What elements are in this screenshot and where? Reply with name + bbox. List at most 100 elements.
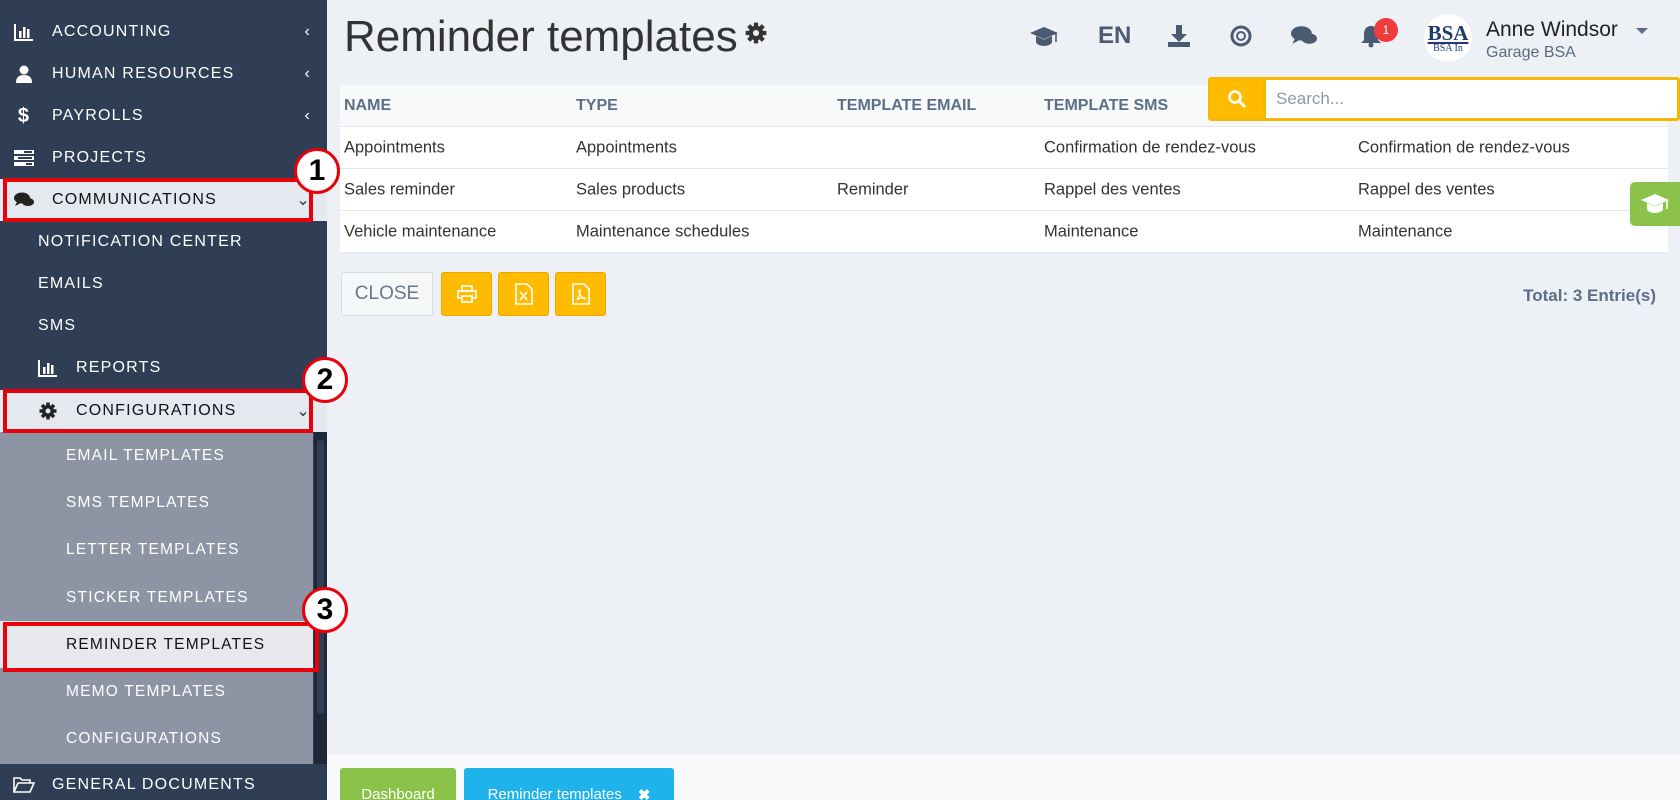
tab-dashboard[interactable]: Dashboard [340,768,456,800]
sidebar-item-label: COMMUNICATIONS [52,191,217,208]
tab-label: Dashboard [361,786,435,800]
table-cell: Maintenance [1358,222,1453,240]
sidebar-item-label: REPORTS [76,359,162,376]
sidebar-item-label: PAYROLLS [52,107,144,124]
language-selector[interactable]: EN [1098,22,1131,50]
sidebar-item-sms[interactable]: SMS [0,305,327,347]
sidebar-item-label: CONFIGURATIONS [76,402,237,419]
column-header-name[interactable]: NAME [344,97,391,115]
sidebar-item-letter-templates[interactable]: LETTER TEMPLATES [0,526,313,573]
total-entries: Total: 3 Entrie(s) [1523,286,1656,305]
table-cell: Reminder [837,180,909,198]
bar-chart-icon [12,23,36,41]
table-cell: Maintenance [1044,222,1139,240]
sidebar-item-label: EMAIL TEMPLATES [66,446,225,464]
caret-down-icon[interactable] [1636,28,1648,34]
sidebar-item-emails[interactable]: EMAILS [0,263,327,305]
sidebar-scroll-thumb[interactable] [317,440,324,714]
export-pdf-button[interactable] [555,272,606,316]
column-header-type[interactable]: TYPE [576,97,618,115]
sidebar-item-configurations-sub[interactable]: CONFIGURATIONS [0,715,313,762]
search-input[interactable] [1263,80,1677,118]
avatar-logo-subtext: BSA In [1433,42,1463,54]
sidebar-item-label: CONFIGURATIONS [66,729,223,747]
sidebar-item-label: SMS TEMPLATES [66,493,211,511]
gear-icon [36,402,60,420]
sidebar-item-human-resources[interactable]: HUMAN RESOURCES ‹ [0,53,327,95]
sidebar-item-label: SMS [38,317,77,334]
pdf-file-icon [571,283,590,305]
avatar[interactable]: BSA BSA In [1424,14,1472,62]
table-cell: Confirmation de rendez-vous [1044,138,1256,156]
configurations-submenu: EMAIL TEMPLATES SMS TEMPLATES LETTER TEM… [0,432,313,764]
sidebar-item-configurations[interactable]: CONFIGURATIONS ⌄ [0,390,327,432]
table-cell: Maintenance schedules [576,222,750,240]
graduation-cap-icon [1641,194,1669,213]
close-tab-icon[interactable]: ✖ [638,786,651,800]
table-row[interactable]: Appointments Appointments Confirmation d… [340,127,1668,169]
chat-icon[interactable] [1290,22,1318,50]
step-marker-3: 3 [302,587,348,633]
sidebar-item-label: STICKER TEMPLATES [66,588,249,606]
step-marker-2: 2 [302,357,348,403]
sidebar-item-label: NOTIFICATION CENTER [38,233,243,250]
chevron-down-icon: ⌄ [296,403,311,420]
table-cell: Confirmation de rendez-vous [1358,138,1570,156]
sidebar: ACCOUNTING ‹ HUMAN RESOURCES ‹ $ PAYROLL… [0,0,327,800]
tab-reminder-templates[interactable]: Reminder templates ✖ [464,768,674,800]
help-tab[interactable] [1630,182,1680,226]
column-header-template-email[interactable]: TEMPLATE EMAIL [837,97,976,115]
chevron-left-icon: ‹ [304,107,311,124]
sidebar-item-label: EMAILS [38,275,104,292]
table-cell: Rappel des ventes [1358,180,1495,198]
sidebar-item-general-documents[interactable]: GENERAL DOCUMENTS [0,764,327,800]
export-excel-button[interactable] [498,272,549,316]
sidebar-item-label: MEMO TEMPLATES [66,682,227,700]
sidebar-item-label: REMINDER TEMPLATES [66,635,266,653]
comments-icon [12,192,36,208]
search-icon [1228,90,1247,109]
table-cell: Vehicle maintenance [344,222,497,240]
sidebar-item-communications[interactable]: COMMUNICATIONS ⌄ [0,179,327,221]
sidebar-item-label: PROJECTS [52,149,147,166]
chevron-left-icon: ‹ [304,65,311,82]
graduation-cap-icon[interactable] [1028,22,1060,52]
search-box [1208,77,1680,121]
table-row[interactable]: Vehicle maintenance Maintenance schedule… [340,211,1668,253]
sidebar-item-label: LETTER TEMPLATES [66,540,240,558]
sidebar-item-sms-templates[interactable]: SMS TEMPLATES [0,479,313,526]
sidebar-item-projects[interactable]: PROJECTS [0,137,327,179]
settings-gear-icon[interactable] [745,22,767,49]
user-name[interactable]: Anne Windsor [1486,18,1618,42]
column-header-template-sms[interactable]: TEMPLATE SMS [1044,97,1168,115]
dollar-icon: $ [17,104,31,127]
user-company: Garage BSA [1486,44,1576,61]
sidebar-item-email-templates[interactable]: EMAIL TEMPLATES [0,432,313,479]
print-button[interactable] [441,272,492,316]
table-cell: Sales reminder [344,180,455,198]
table-row[interactable]: Sales reminder Sales products Reminder R… [340,169,1668,211]
step-marker-1: 1 [294,148,340,194]
notification-badge: 1 [1374,18,1398,42]
excel-file-icon [514,283,533,305]
close-button[interactable]: CLOSE [341,272,433,316]
search-button[interactable] [1211,80,1263,118]
table-cell: Sales products [576,180,686,198]
sidebar-item-memo-templates[interactable]: MEMO TEMPLATES [0,668,313,715]
sidebar-item-label: GENERAL DOCUMENTS [52,776,256,793]
tab-label: Reminder templates [487,786,622,800]
sidebar-item-reminder-templates[interactable]: REMINDER TEMPLATES [0,621,313,668]
page-title: Reminder templates [344,12,738,61]
tasks-icon [12,150,36,166]
sidebar-item-notification-center[interactable]: NOTIFICATION CENTER [0,221,327,263]
sidebar-item-sticker-templates[interactable]: STICKER TEMPLATES [0,574,313,621]
download-icon[interactable] [1166,22,1192,50]
chevron-down-icon: ⌄ [296,192,311,209]
sidebar-item-accounting[interactable]: ACCOUNTING ‹ [0,11,327,53]
lifebuoy-icon[interactable] [1228,22,1254,50]
sidebar-item-payrolls[interactable]: $ PAYROLLS ‹ [0,95,327,137]
user-icon [12,65,36,83]
chevron-left-icon: ‹ [304,23,311,40]
bar-chart-icon [36,359,60,377]
sidebar-item-reports[interactable]: REPORTS [0,347,327,389]
